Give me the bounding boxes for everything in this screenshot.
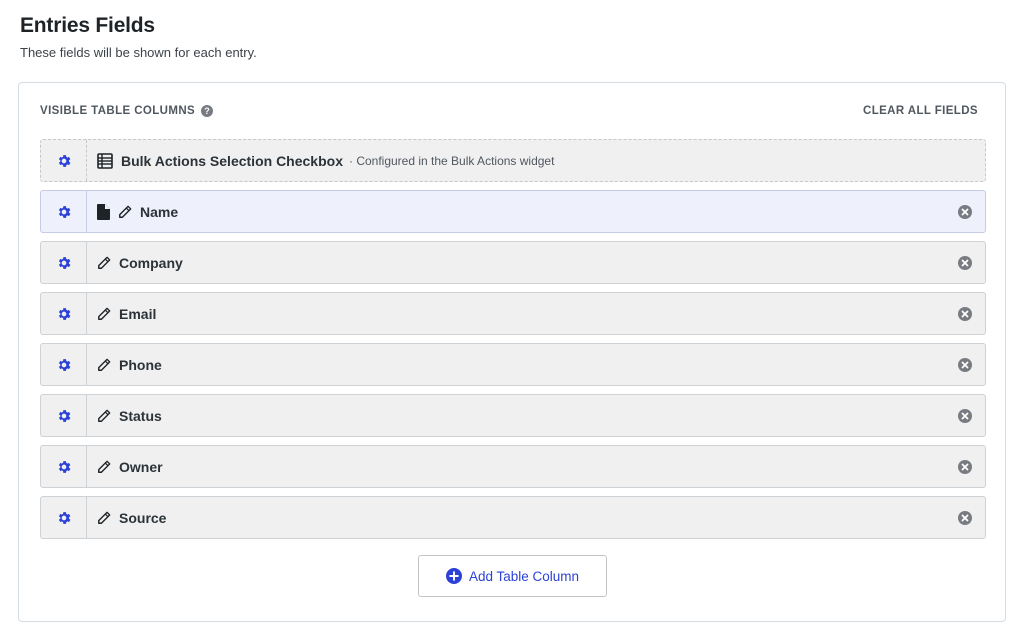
help-icon[interactable]: ? <box>201 105 214 117</box>
section-label-text: VISIBLE TABLE COLUMNS <box>40 105 196 117</box>
pencil-icon[interactable] <box>118 205 132 219</box>
document-icon <box>97 203 110 220</box>
gear-icon[interactable] <box>41 191 87 232</box>
visible-columns-panel: VISIBLE TABLE COLUMNS ? CLEAR ALL FIELDS… <box>18 82 1006 622</box>
bulk-actions-note: · Configured in the Bulk Actions widget <box>348 153 555 168</box>
remove-icon[interactable] <box>958 459 972 474</box>
field-label: Company <box>119 254 183 271</box>
remove-icon[interactable] <box>958 408 972 423</box>
field-label: Source <box>119 509 167 526</box>
field-label: Status <box>119 407 162 424</box>
remove-icon[interactable] <box>958 306 972 321</box>
page-description: These fields will be shown for each entr… <box>20 45 257 60</box>
add-table-column-button[interactable]: Add Table Column <box>418 555 607 597</box>
remove-icon[interactable] <box>958 357 972 372</box>
remove-icon[interactable] <box>958 255 972 270</box>
bulk-actions-label: Bulk Actions Selection Checkbox <box>121 152 343 169</box>
clear-all-fields-button[interactable]: CLEAR ALL FIELDS <box>863 105 978 117</box>
field-row-owner[interactable]: Owner <box>40 445 986 488</box>
field-label: Owner <box>119 458 163 475</box>
pencil-icon[interactable] <box>97 460 111 474</box>
page-title: Entries Fields <box>20 14 155 37</box>
gear-icon[interactable] <box>41 344 87 385</box>
add-table-column-label: Add Table Column <box>468 568 580 584</box>
bulk-actions-row: Bulk Actions Selection Checkbox · Config… <box>40 139 986 182</box>
pencil-icon[interactable] <box>97 409 111 423</box>
remove-icon[interactable] <box>958 510 972 525</box>
field-label: Name <box>140 203 179 220</box>
table-icon <box>97 152 113 169</box>
field-label: Phone <box>119 356 162 373</box>
gear-icon[interactable] <box>41 446 87 487</box>
gear-icon[interactable] <box>41 497 87 538</box>
field-row-phone[interactable]: Phone <box>40 343 986 386</box>
gear-icon[interactable] <box>41 140 87 181</box>
pencil-icon[interactable] <box>97 256 111 270</box>
gear-icon[interactable] <box>41 395 87 436</box>
pencil-icon[interactable] <box>97 307 111 321</box>
pencil-icon[interactable] <box>97 358 111 372</box>
field-row-company[interactable]: Company <box>40 241 986 284</box>
field-row-name[interactable]: Name <box>40 190 986 233</box>
plus-circle-icon <box>445 568 462 584</box>
field-row-email[interactable]: Email <box>40 292 986 335</box>
gear-icon[interactable] <box>41 293 87 334</box>
field-label: Email <box>119 305 157 322</box>
pencil-icon[interactable] <box>97 511 111 525</box>
remove-icon[interactable] <box>958 204 972 219</box>
field-row-status[interactable]: Status <box>40 394 986 437</box>
gear-icon[interactable] <box>41 242 87 283</box>
section-label: VISIBLE TABLE COLUMNS ? <box>40 105 214 117</box>
field-row-source[interactable]: Source <box>40 496 986 539</box>
